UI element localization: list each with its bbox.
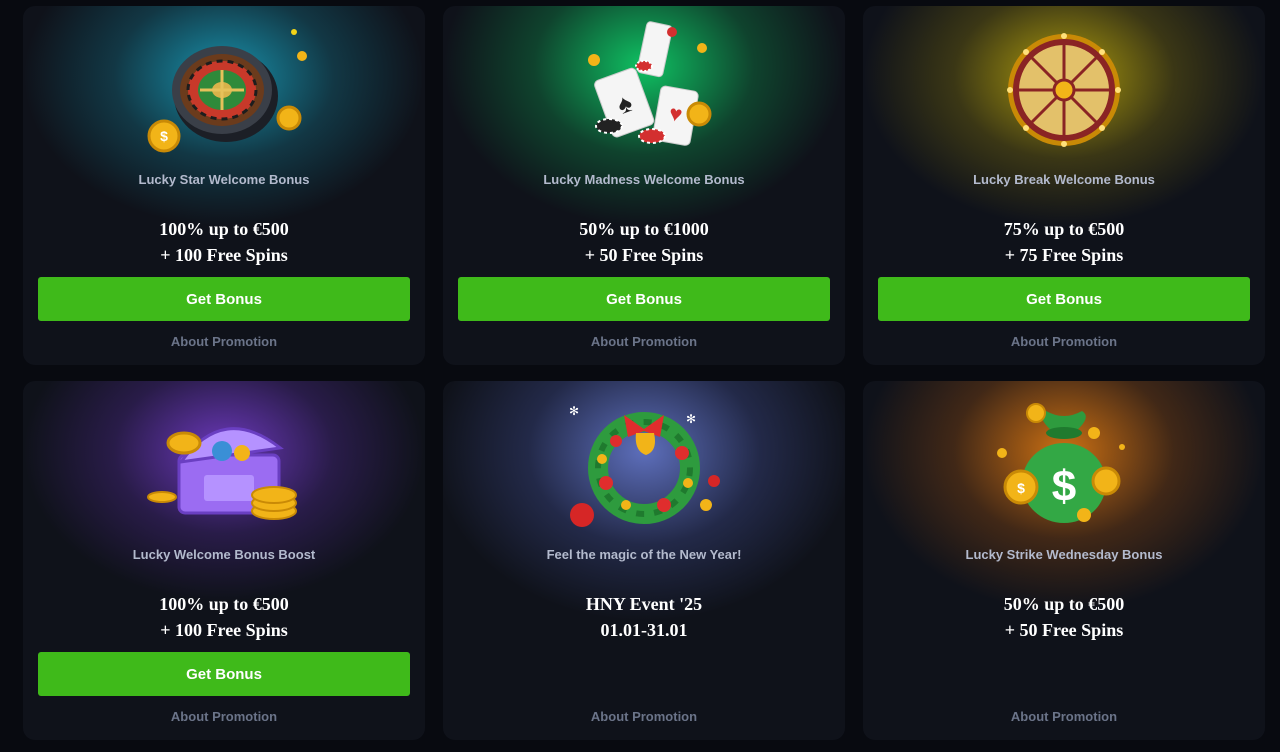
promotion-card: Lucky Welcome Bonus Boost 100% up to €50… xyxy=(23,381,425,740)
offer-line-1: 100% up to €500 xyxy=(159,594,289,614)
promotion-offer: 100% up to €500 + 100 Free Spins xyxy=(23,591,425,643)
promotion-subtitle: Lucky Strike Wednesday Bonus xyxy=(965,547,1163,562)
about-promotion-link[interactable]: About Promotion xyxy=(443,709,845,724)
promotion-subtitle: Lucky Welcome Bonus Boost xyxy=(132,547,316,562)
promotion-card: Lucky Break Welcome Bonus 75% up to €500… xyxy=(863,6,1265,365)
offer-line-2: + 100 Free Spins xyxy=(160,620,288,640)
get-bonus-button[interactable]: Get Bonus xyxy=(458,277,830,321)
promotion-offer: 75% up to €500 + 75 Free Spins xyxy=(863,216,1265,268)
offer-line-2: + 50 Free Spins xyxy=(1004,620,1124,640)
offer-line-1: 75% up to €500 xyxy=(1003,219,1125,239)
svg-text:$: $ xyxy=(160,128,168,144)
offer-line-1: 50% up to €500 xyxy=(1003,594,1125,614)
svg-text:✻: ✻ xyxy=(686,412,696,426)
christmas-wreath-icon: ✻ ✻ xyxy=(554,393,734,533)
promotion-card: ♠ ♥ Lucky Madness Welcome Bonus 50% up t… xyxy=(443,6,845,365)
get-bonus-button[interactable]: Get Bonus xyxy=(38,652,410,696)
offer-line-1: 100% up to €500 xyxy=(159,219,289,239)
playing-cards-icon: ♠ ♥ xyxy=(554,18,734,158)
promotion-subtitle: Lucky Madness Welcome Bonus xyxy=(543,172,745,187)
get-bonus-button[interactable]: Get Bonus xyxy=(38,277,410,321)
about-promotion-link[interactable]: About Promotion xyxy=(863,334,1265,349)
promotion-offer: 50% up to €1000 + 50 Free Spins xyxy=(443,216,845,268)
about-promotion-link[interactable]: About Promotion xyxy=(443,334,845,349)
offer-line-2: 01.01-31.01 xyxy=(600,620,688,640)
promotion-subtitle: Lucky Star Welcome Bonus xyxy=(138,172,310,187)
svg-text:$: $ xyxy=(1017,480,1025,496)
svg-text:✻: ✻ xyxy=(569,404,579,418)
promotion-offer: HNY Event '25 01.01-31.01 xyxy=(443,591,845,643)
svg-text:$: $ xyxy=(1052,462,1076,511)
promotion-card: ✻ ✻ Feel the magic of the New Year! HNY … xyxy=(443,381,845,740)
offer-line-2: + 50 Free Spins xyxy=(584,245,704,265)
fortune-wheel-icon xyxy=(974,18,1154,158)
promotion-card: $ Lucky Star Welcome Bonus 100% up to €5… xyxy=(23,6,425,365)
offer-line-1: HNY Event '25 xyxy=(585,594,703,614)
money-bag-icon: $ $ xyxy=(974,393,1154,533)
offer-line-2: + 75 Free Spins xyxy=(1004,245,1124,265)
about-promotion-link[interactable]: About Promotion xyxy=(23,334,425,349)
promotion-offer: 50% up to €500 + 50 Free Spins xyxy=(863,591,1265,643)
get-bonus-button[interactable]: Get Bonus xyxy=(878,277,1250,321)
promotion-card: $ $ Lucky Strike Wednesday Bonus 50% up … xyxy=(863,381,1265,740)
promotion-offer: 100% up to €500 + 100 Free Spins xyxy=(23,216,425,268)
promotion-subtitle: Feel the magic of the New Year! xyxy=(546,547,742,562)
about-promotion-link[interactable]: About Promotion xyxy=(23,709,425,724)
about-promotion-link[interactable]: About Promotion xyxy=(863,709,1265,724)
roulette-wheel-icon: $ xyxy=(134,18,314,158)
promotions-grid: $ Lucky Star Welcome Bonus 100% up to €5… xyxy=(23,6,1265,740)
offer-line-1: 50% up to €1000 xyxy=(579,219,709,239)
promotion-subtitle: Lucky Break Welcome Bonus xyxy=(973,172,1155,187)
offer-line-2: + 100 Free Spins xyxy=(160,245,288,265)
treasure-chest-icon xyxy=(134,393,314,533)
